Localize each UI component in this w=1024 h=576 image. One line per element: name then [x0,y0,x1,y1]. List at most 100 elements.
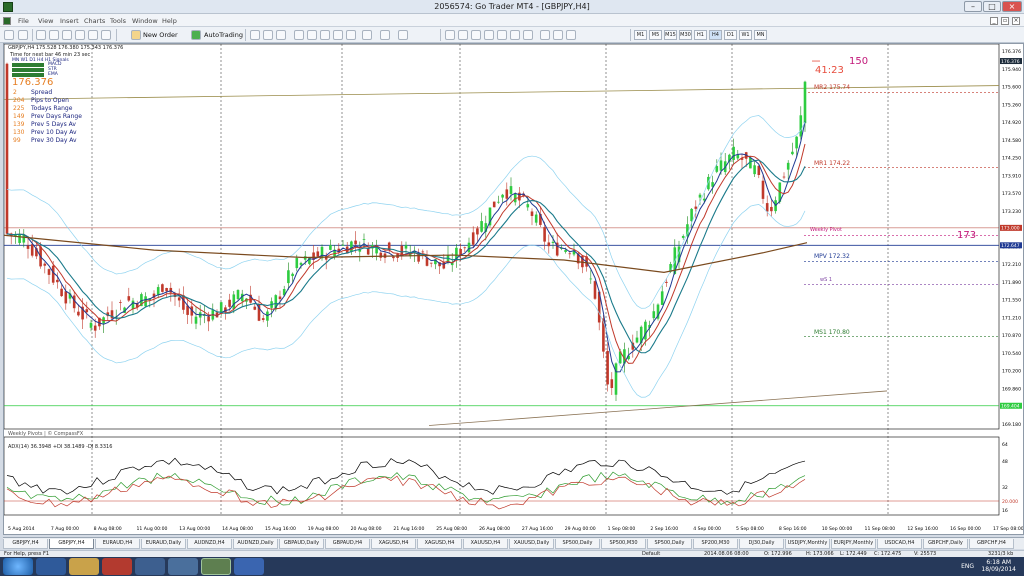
zoom-out-icon[interactable] [307,30,317,40]
new-order-icon[interactable] [131,30,141,40]
clock[interactable]: 6:18 AM 18/09/2014 [981,559,1016,573]
candlestick-icon[interactable] [263,30,273,40]
new-order-button[interactable]: New Order [143,31,178,39]
autotrading-button[interactable]: AutoTrading [204,31,243,39]
crosshair-icon[interactable] [458,30,468,40]
chart-tab[interactable]: USDJPY,Monthly [785,539,830,549]
indicators-icon[interactable] [362,30,372,40]
chart-tab[interactable]: GBPJPY,H4 [49,539,94,549]
price-axis-label: 175.600 [1002,85,1021,91]
chart-tab[interactable]: GBPJPY,H4 [3,539,48,549]
equidistant-channel-icon[interactable] [510,30,520,40]
menu-file[interactable]: File [18,17,29,25]
price-axis-label: 174.920 [1002,120,1021,126]
menu-tools[interactable]: Tools [110,17,126,25]
periods-icon[interactable] [380,30,390,40]
tile-windows-icon[interactable] [320,30,330,40]
menu-view[interactable]: View [38,17,53,25]
info-value: 99 [13,137,21,144]
menu-window[interactable]: Window [132,17,158,25]
price-chart[interactable]: 176.376 175.940 175.600 175.260 174.920 174.5… [4,44,1023,534]
profiles-icon[interactable] [18,30,28,40]
chart-tab[interactable]: XAGUSD,H4 [371,539,416,549]
horizontal-line-icon[interactable] [484,30,494,40]
menu-charts[interactable]: Charts [84,17,105,25]
autoscroll-icon[interactable] [333,30,343,40]
templates-icon[interactable] [398,30,408,40]
chart-tab[interactable]: EURAUD,Daily [141,539,186,549]
fibonacci-icon[interactable] [523,30,533,40]
chrome-icon[interactable] [102,558,132,575]
chart-tab[interactable]: SP500,Daily [555,539,600,549]
menu-insert[interactable]: Insert [60,17,79,25]
chart-shift-icon[interactable] [346,30,356,40]
chart-tab[interactable]: SP500,Daily [647,539,692,549]
candle-body [665,281,668,283]
chart-tab[interactable]: EURAUD,H4 [95,539,140,549]
chart-tab[interactable]: GBPCHF,Daily [923,539,968,549]
candle-body [131,300,135,309]
chart-tab[interactable]: GBPCHF,H4 [969,539,1014,549]
text-label-icon[interactable] [553,30,563,40]
data-window-icon[interactable] [49,30,59,40]
ie-icon[interactable] [36,558,66,575]
timeframe-m1[interactable]: M1 [634,30,647,40]
bollinger-lower [6,204,806,398]
explorer-icon[interactable] [69,558,99,575]
candle-body [501,194,504,198]
market-watch-icon[interactable] [36,30,46,40]
autotrading-icon[interactable] [191,30,201,40]
timeframe-m30[interactable]: M30 [679,30,692,40]
chart-tab[interactable]: AUDNZD,H4 [187,539,232,549]
timeframe-h1[interactable]: H1 [694,30,707,40]
chart-tab[interactable]: GBPAUD,H4 [325,539,370,549]
cursor-icon[interactable] [445,30,455,40]
new-chart-icon[interactable] [4,30,14,40]
app-icon[interactable] [234,558,264,575]
chart-tab[interactable]: XAUUSD,H4 [463,539,508,549]
close-button[interactable]: × [1002,1,1022,12]
mdi-close-icon[interactable]: × [1012,17,1020,25]
info-label: Prev Days Range [31,113,82,120]
main-panel-frame [4,44,1000,430]
timeframe-w1[interactable]: W1 [739,30,752,40]
timeframe-d1[interactable]: D1 [724,30,737,40]
tester-icon[interactable] [88,30,98,40]
menu-help[interactable]: Help [162,17,177,25]
bar-chart-icon[interactable] [250,30,260,40]
chart-window[interactable]: 176.376 175.940 175.600 175.260 174.920 174.5… [3,43,1024,535]
chart-tab[interactable]: AUDNZD,Daily [233,539,278,549]
minimize-button[interactable]: – [964,1,982,12]
timeframe-mn[interactable]: MN [754,30,767,40]
navigator-icon[interactable] [62,30,72,40]
chart-tab[interactable]: XAGUSD,H4 [417,539,462,549]
chart-tab[interactable]: EURJPY,Monthly [831,539,876,549]
line-chart-icon[interactable] [276,30,286,40]
candle-body [127,296,131,301]
vertical-line-icon[interactable] [471,30,481,40]
mdi-minimize-icon[interactable]: _ [990,17,998,25]
arrows-icon[interactable] [566,30,576,40]
chart-tab[interactable]: GBPAUD,Daily [279,539,324,549]
chart-tab[interactable]: DJ30,Daily [739,539,784,549]
app-icon[interactable] [135,558,165,575]
metaeditor-icon[interactable] [101,30,111,40]
mdi-restore-icon[interactable]: ▫ [1001,17,1009,25]
trendline-icon[interactable] [497,30,507,40]
candle-body [182,295,185,310]
text-tool-icon[interactable] [540,30,550,40]
maximize-button[interactable]: □ [983,1,1001,12]
terminal-icon[interactable] [75,30,85,40]
chart-tab[interactable]: SP200,M30 [693,539,738,549]
chart-tab[interactable]: SP500,M30 [601,539,646,549]
start-button[interactable] [3,558,33,575]
app-icon[interactable] [168,558,198,575]
timeframe-h4[interactable]: H4 [709,30,722,40]
chart-tab[interactable]: USDCAD,H4 [877,539,922,549]
chart-tab[interactable]: XAUUSD,Daily [509,539,554,549]
language-indicator[interactable]: ENG [961,563,974,570]
zoom-in-icon[interactable] [294,30,304,40]
mt4-taskbar-icon[interactable] [201,558,231,575]
timeframe-m15[interactable]: M15 [664,30,677,40]
timeframe-m5[interactable]: M5 [649,30,662,40]
